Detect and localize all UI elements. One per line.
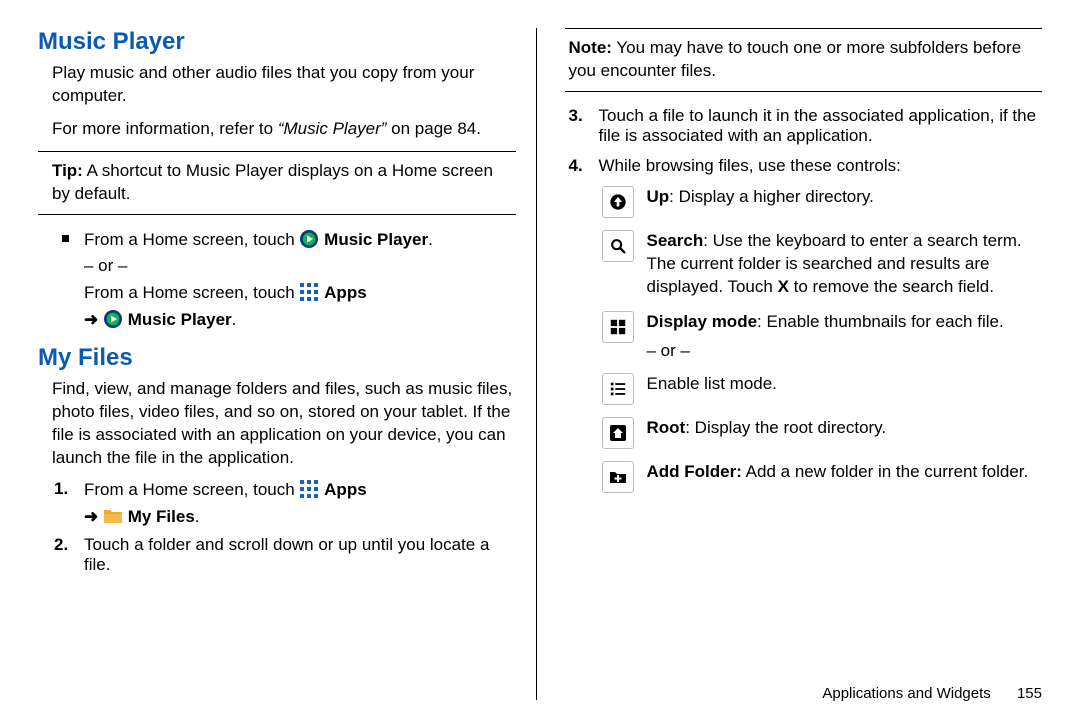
up-icon	[602, 186, 634, 218]
page-footer: Applications and Widgets 155	[822, 685, 1042, 702]
x-key: X	[778, 277, 789, 296]
note-box: Note: You may have to touch one or more …	[565, 37, 1043, 83]
tip-label: Tip:	[52, 161, 83, 180]
or-divider: – or –	[647, 340, 1043, 363]
step-number: 3.	[569, 106, 583, 126]
apps-label: Apps	[324, 480, 367, 499]
reference-link: “Music Player”	[278, 119, 387, 138]
control-desc: Add a new folder in the current folder.	[742, 462, 1028, 481]
list-item: 1. From a Home screen, touch Apps ➜ My F…	[38, 479, 516, 527]
control-desc: : Display a higher directory.	[669, 187, 874, 206]
music-player-icon	[103, 309, 123, 329]
text: From a Home screen, touch	[84, 230, 299, 249]
footer-section: Applications and Widgets	[822, 685, 990, 702]
add-folder-icon	[602, 461, 634, 493]
music-player-label: Music Player	[128, 310, 232, 329]
step-number: 2.	[54, 535, 68, 555]
control-desc: Enable list mode.	[647, 374, 777, 393]
list-item: 4. While browsing files, use these contr…	[565, 156, 1043, 176]
page-number: 155	[1017, 685, 1042, 702]
period: .	[195, 507, 200, 526]
or-divider: – or –	[84, 256, 516, 276]
control-row: Up: Display a higher directory.	[599, 186, 1043, 218]
control-row: Search: Use the keyboard to enter a sear…	[599, 230, 1043, 299]
note-text: You may have to touch one or more subfol…	[569, 38, 1022, 80]
list-item: From a Home screen, touch Music Player. …	[38, 229, 516, 330]
text: While browsing files, use these controls…	[599, 156, 901, 175]
body-text: Play music and other audio files that yo…	[38, 62, 516, 108]
music-player-icon	[299, 229, 319, 249]
apps-label: Apps	[324, 283, 367, 302]
text: For more information, refer to	[52, 119, 278, 138]
list-icon	[602, 373, 634, 405]
control-label: Root	[647, 418, 686, 437]
control-label: Up	[647, 187, 670, 206]
tip-text: A shortcut to Music Player displays on a…	[52, 161, 493, 203]
control-label: Display mode	[647, 312, 758, 331]
control-label: Add Folder:	[647, 462, 742, 481]
home-root-icon	[602, 417, 634, 449]
arrow-icon: ➜	[84, 507, 103, 526]
period: .	[428, 230, 433, 249]
step-number: 4.	[569, 156, 583, 176]
heading-music-player: Music Player	[38, 28, 516, 56]
period: .	[232, 310, 237, 329]
step-number: 1.	[54, 479, 68, 499]
tip-box: Tip: A shortcut to Music Player displays…	[38, 160, 516, 206]
body-text: Find, view, and manage folders and files…	[38, 378, 516, 470]
search-icon	[602, 230, 634, 262]
control-row: Root: Display the root directory.	[599, 417, 1043, 449]
body-text: For more information, refer to “Music Pl…	[38, 118, 516, 141]
grid-icon	[602, 311, 634, 343]
control-desc: : Display the root directory.	[685, 418, 886, 437]
text: Touch a file to launch it in the associa…	[599, 106, 1037, 145]
music-player-label: Music Player	[324, 230, 428, 249]
control-row: Add Folder: Add a new folder in the curr…	[599, 461, 1043, 493]
list-item: 2. Touch a folder and scroll down or up …	[38, 535, 516, 575]
control-label: Search	[647, 231, 704, 250]
list-item: 3. Touch a file to launch it in the asso…	[565, 106, 1043, 146]
heading-my-files: My Files	[38, 344, 516, 372]
text: on page 84.	[386, 119, 481, 138]
arrow-icon: ➜	[84, 310, 103, 329]
text: From a Home screen, touch	[84, 480, 299, 499]
folder-icon	[103, 506, 123, 526]
control-desc: : Enable thumbnails for each file.	[757, 312, 1004, 331]
control-row: Display mode: Enable thumbnails for each…	[599, 311, 1043, 369]
note-label: Note:	[569, 38, 612, 57]
control-row: Enable list mode.	[599, 373, 1043, 405]
text: Touch a folder and scroll down or up unt…	[84, 535, 489, 574]
my-files-label: My Files	[128, 507, 195, 526]
text: From a Home screen, touch	[84, 283, 299, 302]
apps-icon	[299, 282, 319, 302]
apps-icon	[299, 479, 319, 499]
control-desc: to remove the search field.	[789, 277, 994, 296]
